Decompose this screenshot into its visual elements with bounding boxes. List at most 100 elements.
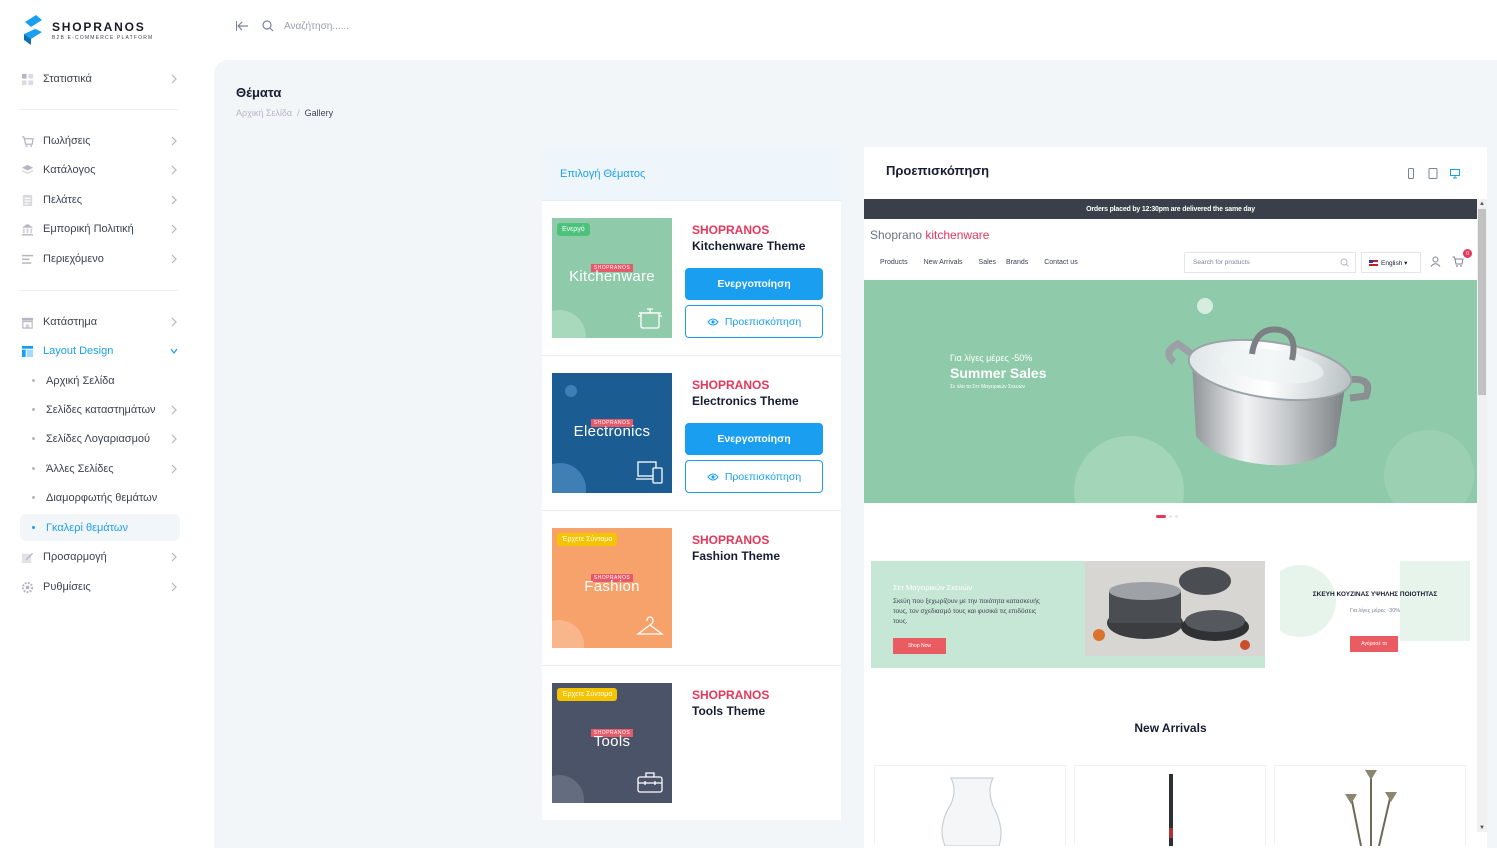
sidebar-item-customers[interactable]: Πελάτες xyxy=(20,187,180,213)
breadcrumb-home[interactable]: Αρχική Σελίδα xyxy=(236,108,292,118)
sidebar-item-content[interactable]: Περιεχόμενο xyxy=(20,246,180,272)
collapse-sidebar-icon[interactable] xyxy=(236,20,250,32)
preview-button-label: Προεπισκόπηση xyxy=(724,470,802,483)
chevron-right-icon xyxy=(171,165,177,175)
buy-now-button[interactable]: Αγόρασέ τα xyxy=(1350,636,1398,652)
logo[interactable]: SHOPRANOS B2B E-COMMERCE PLATFORM xyxy=(22,14,153,46)
promo-title: ΣΚΕΥΗ ΚΟΥΖΙΝΑΣ ΥΨΗΛΗΣ ΠΟΙΟΤΗΤΑΣ xyxy=(1312,591,1438,598)
theme-thumbnail[interactable]: Έρχετε Σύντομα SHOPRANOS Tools xyxy=(552,683,672,803)
theme-selection-header: Επιλογή Θέματος xyxy=(542,147,841,201)
sidebar-item-settings[interactable]: Ρυθμίσεις xyxy=(20,574,180,600)
shop-search-input[interactable]: Search for products xyxy=(1184,252,1356,273)
product-card[interactable] xyxy=(1274,765,1466,846)
promo-cookware-banner[interactable]: Σετ Μαγειρικών Σκευών Σκεύη που ξεχωρίζο… xyxy=(871,561,1265,668)
preview-button[interactable]: Προεπισκόπηση xyxy=(685,305,823,338)
sidebar-item-catalog[interactable]: Κατάλογος xyxy=(20,157,180,183)
breadcrumb: Αρχική Σελίδα / Gallery xyxy=(236,108,333,118)
product-card[interactable] xyxy=(874,765,1066,846)
promo-text: Σκεύη που ξεχωρίζουν με την ποιότητα κατ… xyxy=(893,598,1040,625)
hero-banner[interactable]: Για λίγες μέρες -50% Summer Sales Σε όλα… xyxy=(864,280,1477,503)
carousel-dot[interactable] xyxy=(1156,515,1166,518)
layers-icon xyxy=(20,163,34,177)
sidebar-item-store[interactable]: Κατάστημα xyxy=(20,309,180,335)
bullet-icon xyxy=(32,467,35,470)
sidebar-item-label: Προσαρμογή xyxy=(43,551,107,563)
scroll-down-icon[interactable]: ▼ xyxy=(1479,825,1485,831)
mobile-icon[interactable] xyxy=(1405,167,1417,179)
shop-nav-sales[interactable]: Sales xyxy=(979,259,997,266)
sidebar-item-statistics[interactable]: Στατιστικά xyxy=(20,66,180,92)
preview-button[interactable]: Προεπισκόπηση xyxy=(685,460,823,493)
sidebar-subitem-home[interactable]: Αρχική Σελίδα xyxy=(20,367,180,394)
chevron-right-icon xyxy=(171,136,177,146)
hero-subtitle: Για λίγες μέρες -50% xyxy=(950,353,1033,363)
new-arrivals-title: New Arrivals xyxy=(1134,721,1207,735)
language-select[interactable]: English ▾ xyxy=(1361,252,1421,273)
sidebar-item-commercial-policy[interactable]: Εμπορική Πολιτική xyxy=(20,216,180,242)
theme-thumbnail[interactable]: SHOPRANOS Electronics xyxy=(552,373,672,493)
sidebar-item-label: Ρυθμίσεις xyxy=(43,581,91,593)
search-icon xyxy=(262,20,274,32)
theme-card-fashion: Έρχετε Σύντομα SHOPRANOS Fashion SHOPRAN… xyxy=(542,511,841,666)
preview-button-label: Προεπισκόπηση xyxy=(724,315,802,328)
page-title: Θέματα xyxy=(236,85,282,100)
sidebar-item-label: Κατάστημα xyxy=(43,316,98,328)
carousel-dot[interactable] xyxy=(1169,515,1172,518)
sidebar-item-customization[interactable]: Προσαρμογή xyxy=(20,544,180,570)
carousel-dots[interactable] xyxy=(1156,515,1178,518)
shop-nav-contact[interactable]: Contact us xyxy=(1044,259,1077,266)
sidebar-item-label: Περιεχόμενο xyxy=(43,253,104,265)
carousel-dot[interactable] xyxy=(1175,515,1178,518)
shop-now-button[interactable]: Shop Now xyxy=(893,638,946,654)
flag-icon xyxy=(1369,259,1378,266)
theme-card-kitchenware: Ενεργό SHOPRANOS Kitchenware SHOPRANOS K… xyxy=(542,201,841,356)
shop-logo-a: Shoprano xyxy=(870,228,923,242)
sidebar-subitem-label: Διαμορφωτής θεμάτων xyxy=(46,491,158,504)
bank-icon xyxy=(20,222,34,236)
shop-nav-products[interactable]: Products xyxy=(880,259,908,266)
search-input[interactable] xyxy=(284,20,444,32)
scroll-up-icon[interactable]: ▲ xyxy=(1479,201,1485,207)
product-card[interactable] xyxy=(1074,765,1266,846)
breadcrumb-current: Gallery xyxy=(304,108,334,118)
sidebar-divider xyxy=(20,109,178,110)
preview-frame: Orders placed by 12:30pm are delivered t… xyxy=(864,199,1477,848)
scrollbar-thumb[interactable] xyxy=(1478,209,1486,395)
sidebar-subitem-label: Άλλες Σελίδες xyxy=(46,462,114,475)
sidebar-subitem-other-pages[interactable]: Άλλες Σελίδες xyxy=(20,455,180,482)
layout-icon xyxy=(20,344,34,358)
preview-scrollbar[interactable]: ▲ ▼ xyxy=(1477,199,1487,832)
sidebar-subitem-theme-configurator[interactable]: Διαμορφωτής θεμάτων xyxy=(20,484,180,511)
gear-icon xyxy=(20,580,34,594)
chevron-right-icon xyxy=(171,464,177,474)
sidebar-item-label: Κατάλογος xyxy=(43,164,96,176)
sidebar-subitem-label: Σελίδες Λογαριασμού xyxy=(46,432,151,445)
chevron-down-icon xyxy=(170,348,178,354)
sidebar-subitem-account-pages[interactable]: Σελίδες Λογαριασμού xyxy=(20,425,180,452)
tablet-icon[interactable] xyxy=(1427,167,1439,179)
sidebar-item-layout-design[interactable]: Layout Design xyxy=(20,338,180,364)
desktop-icon[interactable] xyxy=(1449,167,1461,179)
status-badge: Έρχετε Σύντομα xyxy=(557,688,618,701)
promo-quality-banner[interactable]: ΣΚΕΥΗ ΚΟΥΖΙΝΑΣ ΥΨΗΛΗΣ ΠΟΙΟΤΗΤΑΣ Για λίγε… xyxy=(1280,561,1470,668)
sidebar-item-label: Στατιστικά xyxy=(43,73,92,85)
theme-thumbnail[interactable]: Ενεργό SHOPRANOS Kitchenware xyxy=(552,218,672,338)
activate-button[interactable]: Ενεργοποίηση xyxy=(685,423,823,455)
cart-icon[interactable] xyxy=(1452,256,1464,267)
thumb-label: Electronics xyxy=(573,423,651,440)
user-icon[interactable] xyxy=(1430,256,1441,267)
activate-button[interactable]: Ενεργοποίηση xyxy=(685,268,823,300)
eye-icon xyxy=(707,318,719,325)
candle-image xyxy=(1169,774,1173,846)
shop-logo[interactable]: Shoprano kitchenware xyxy=(870,228,989,242)
sidebar-item-label: Πελάτες xyxy=(43,194,83,206)
sidebar-subitem-theme-gallery[interactable]: Γκαλερί θεμάτων xyxy=(20,514,180,541)
theme-brand: SHOPRANOS xyxy=(692,688,770,702)
theme-thumbnail[interactable]: Έρχετε Σύντομα SHOPRANOS Fashion xyxy=(552,528,672,648)
shop-nav-new-arrivals[interactable]: New Arrivals xyxy=(924,259,963,266)
sidebar-item-sales[interactable]: Πωλήσεις xyxy=(20,128,180,154)
shop-nav-brands[interactable]: Brands xyxy=(1006,259,1028,266)
search-icon xyxy=(1340,258,1349,267)
chevron-right-icon xyxy=(171,74,177,84)
sidebar-subitem-store-pages[interactable]: Σελίδες καταστημάτων xyxy=(20,396,180,423)
